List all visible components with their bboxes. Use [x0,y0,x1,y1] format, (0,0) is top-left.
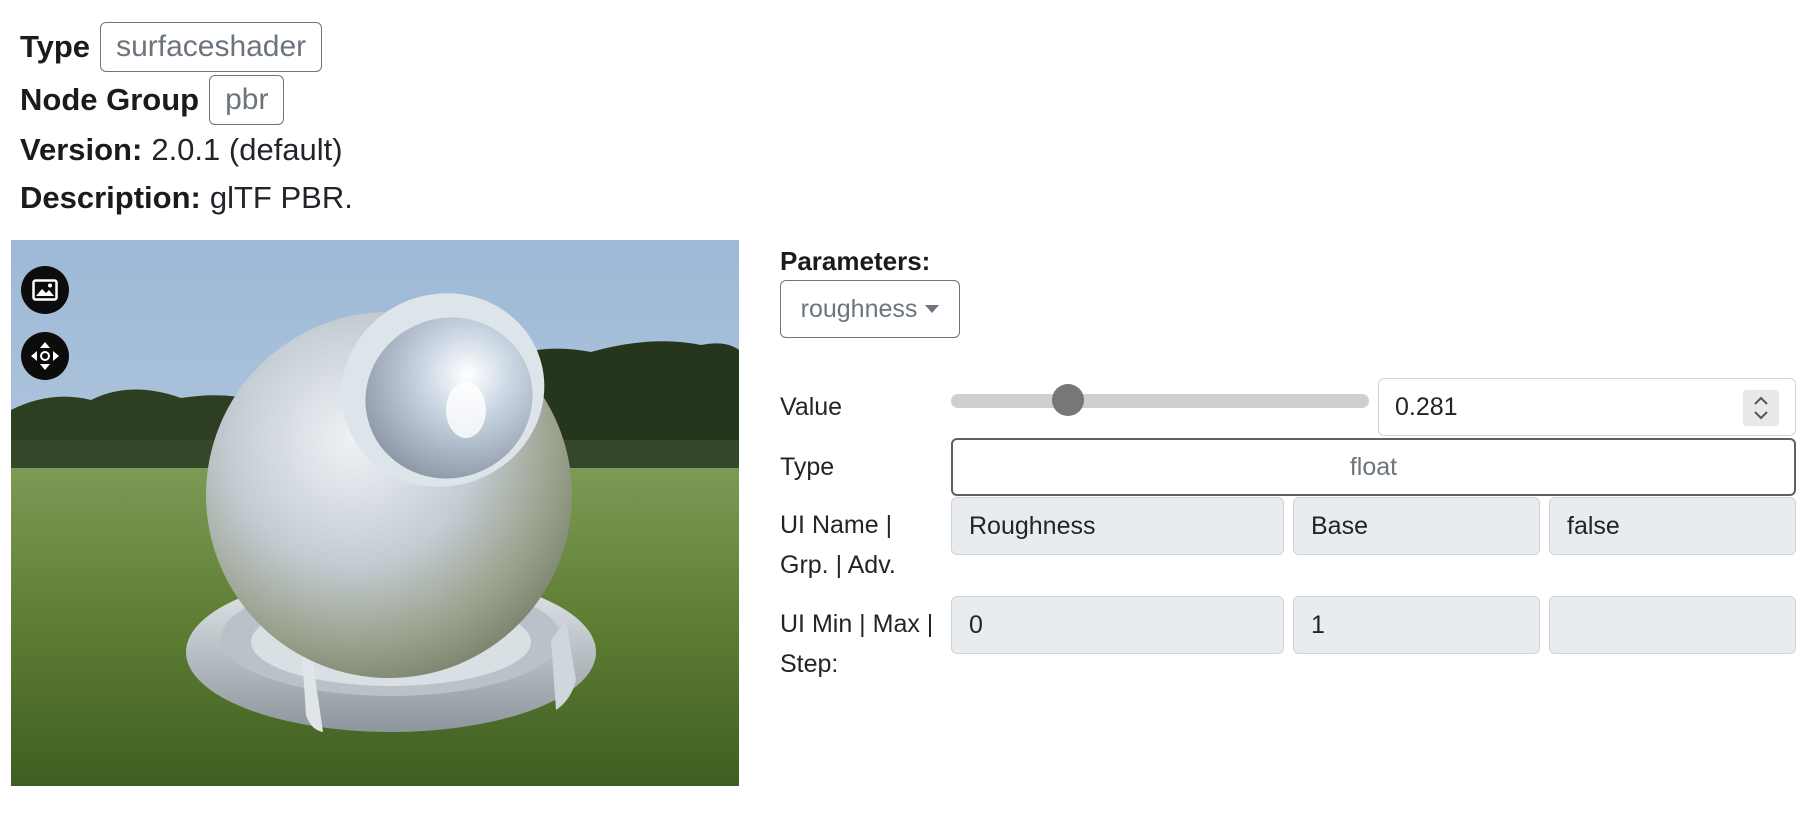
ui-name-field[interactable]: Roughness [951,497,1284,555]
material-preview-viewer[interactable] [11,240,739,786]
node-properties-page: Type surfaceshader Node Group pbr Versio… [0,0,1809,816]
value-number-input[interactable]: 0.281 [1378,378,1796,436]
node-group-badge: pbr [209,75,285,125]
type-label: Type [20,29,91,64]
version-label: Version: [20,132,143,167]
caret-down-icon [925,305,940,313]
material-preview-render [11,240,739,786]
ui-advanced-field[interactable]: false [1549,497,1796,555]
type-row: Type surfaceshader [20,22,323,72]
type-badge: surfaceshader [100,22,323,72]
version-value: 2.0.1 (default) [151,132,343,167]
ui-min-field[interactable]: 0 [951,596,1284,654]
camera-move-button[interactable] [21,332,69,380]
node-group-label: Node Group [20,82,200,117]
value-slider-thumb[interactable] [1052,384,1085,416]
spinner-arrows-icon [1754,396,1768,420]
description-row: Description: glTF PBR. [20,180,353,216]
ui-group-value: Base [1311,511,1368,540]
value-number-text: 0.281 [1395,392,1458,421]
number-spinner[interactable] [1743,390,1779,426]
image-icon [32,279,58,301]
ui-advanced-value: false [1567,511,1620,540]
ui-max-field[interactable]: 1 [1293,596,1540,654]
description-value: glTF PBR. [209,180,353,215]
move-arrows-icon [31,342,59,370]
ui-range-label: UI Min | Max | Step: [780,610,934,678]
background-toggle-button[interactable] [21,266,69,314]
description-label: Description: [20,180,201,215]
parameter-select-value: roughness [800,294,918,323]
node-group-row: Node Group pbr [20,75,285,125]
value-label: Value [780,393,843,421]
ui-step-field[interactable] [1549,596,1796,654]
parameters-heading: Parameters: [780,246,931,276]
ui-name-value: Roughness [969,511,1096,540]
type-field-label: Type [780,453,835,481]
ui-max-value: 1 [1311,610,1325,639]
ui-name-label: UI Name | Grp. | Adv. [780,511,896,579]
ui-group-field[interactable]: Base [1293,497,1540,555]
parameter-select-dropdown[interactable]: roughness [780,280,960,338]
type-field[interactable]: float [951,438,1796,496]
value-slider[interactable] [951,384,1369,416]
ui-min-value: 0 [969,610,983,639]
type-field-value: float [1349,452,1398,481]
version-row: Version: 2.0.1 (default) [20,132,343,168]
